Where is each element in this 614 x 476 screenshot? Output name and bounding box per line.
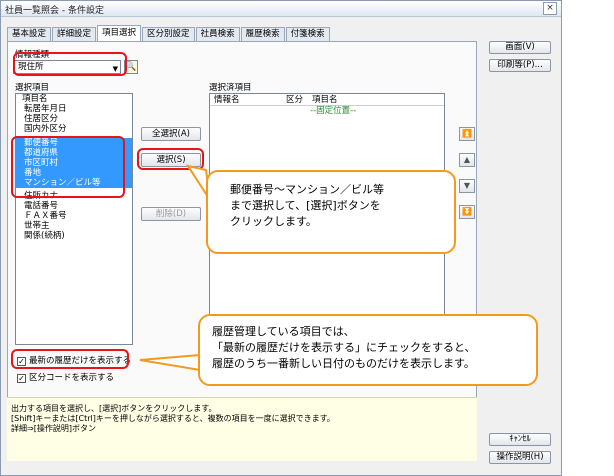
callout-line: 郵便番号～マンション／ビル等 <box>230 183 384 196</box>
callout-line: 履歴のうち一番新しい日付のものだけを表示します。 <box>212 357 475 370</box>
callout-line: 「最新の履歴だけを表示する」にチェックをすると、 <box>212 341 476 354</box>
callout-select-instruction: 郵便番号～マンション／ビル等 まで選択して、[選択]ボタンを クリックします。 <box>206 170 456 254</box>
callout-line: まで選択して、[選択]ボタンを <box>230 199 381 212</box>
callout-line: クリックします。 <box>230 215 317 228</box>
callout-line: 履歴管理している項目では、 <box>212 325 355 338</box>
bottom-callout-pointer <box>139 353 201 372</box>
callout-history-instruction: 履歴管理している項目では、 「最新の履歴だけを表示する」にチェックをすると、 履… <box>198 314 538 386</box>
